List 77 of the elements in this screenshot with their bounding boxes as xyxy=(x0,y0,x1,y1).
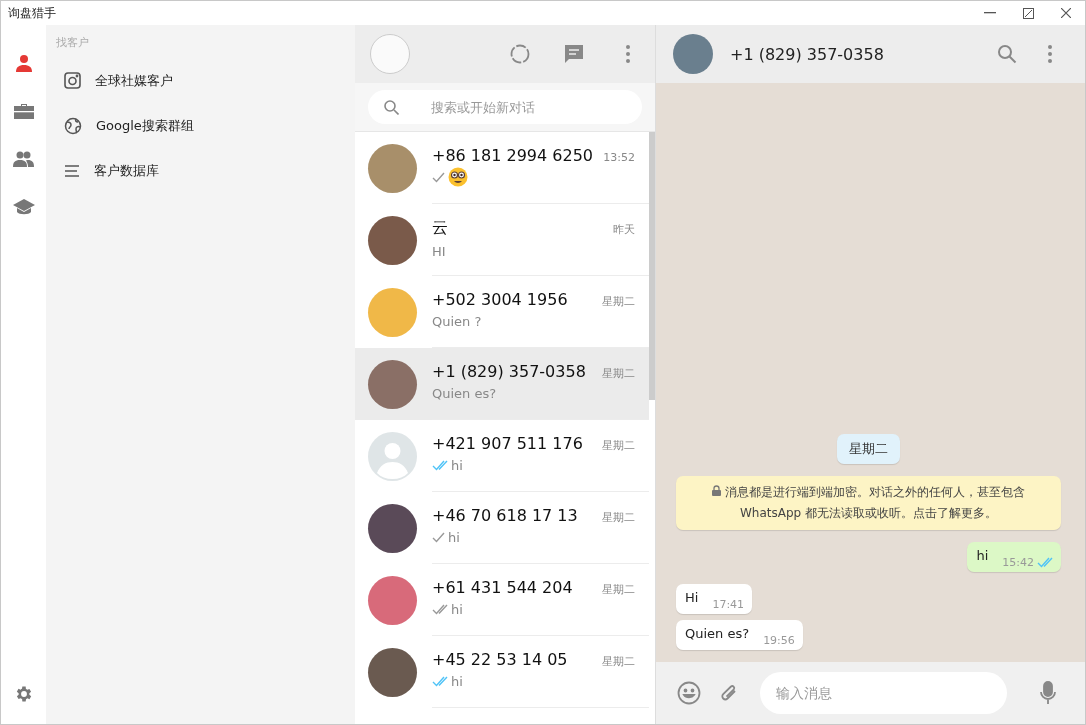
avatar-photo-placeholder xyxy=(368,143,417,193)
contact-name: +45 22 53 14 05 xyxy=(432,650,568,669)
maximize-icon xyxy=(1022,7,1034,19)
lock-icon xyxy=(712,485,721,496)
default-avatar-icon xyxy=(368,431,417,481)
smiley-icon xyxy=(677,681,701,705)
message-text: Hi xyxy=(685,590,699,607)
chat-time: 昨天 xyxy=(613,222,635,237)
encryption-notice: 消息都是进行端到端加密。对话之外的任何人，甚至包含 WhatsApp 都无法读取或收听。点击了解更多。 xyxy=(692,482,1045,524)
profile-avatar-placeholder xyxy=(370,34,410,74)
message-time: 17:41 xyxy=(712,598,745,611)
chat-time: 星期二 xyxy=(602,366,635,381)
avatar-photo-placeholder xyxy=(368,359,417,409)
list-icon xyxy=(64,163,80,178)
message-time: 15:42 xyxy=(1002,556,1034,569)
nav-item[interactable]: Google搜索群组 xyxy=(56,103,355,148)
microphone-icon xyxy=(1040,681,1056,705)
message-text: hi xyxy=(976,548,989,565)
double-check-icon xyxy=(432,603,448,615)
menu-icon xyxy=(626,45,630,63)
chat-time: 13:52 xyxy=(603,151,635,164)
window-title: 询盘猎手 xyxy=(8,4,56,22)
minimize-icon xyxy=(984,12,996,14)
chat-contact-name: +1 (829) 357-0358 xyxy=(730,44,885,64)
avatar-photo-placeholder xyxy=(368,503,417,553)
status-ring-icon xyxy=(510,44,530,64)
single-check-icon xyxy=(432,531,445,543)
emoji-button[interactable] xyxy=(676,680,702,706)
nerd-face-icon xyxy=(448,167,468,187)
message-preview: Quien es? xyxy=(432,385,497,401)
nav-item[interactable]: 全球社媒客户 xyxy=(56,58,355,103)
message-preview: hi xyxy=(451,601,463,617)
contact-name: 云 xyxy=(432,218,448,239)
double-check-icon xyxy=(1037,557,1053,568)
person-icon xyxy=(14,54,33,72)
contact-name: +46 70 618 17 13 xyxy=(432,506,578,525)
contact-name: +86 181 2994 6250 xyxy=(432,146,593,165)
close-icon xyxy=(1061,8,1071,18)
chat-time: 星期二 xyxy=(602,654,635,669)
globe-icon xyxy=(64,116,82,135)
contact-avatar-placeholder xyxy=(673,34,713,74)
message-time: 19:56 xyxy=(763,634,795,647)
chat-row[interactable]: +1 (829) 357-0358 星期二 Quien es? xyxy=(355,348,649,420)
chat-time: 星期二 xyxy=(602,510,635,525)
briefcase-icon xyxy=(13,102,34,120)
people-icon xyxy=(13,151,34,167)
search-icon xyxy=(384,100,399,115)
nav-item[interactable]: 客户数据库 xyxy=(56,148,355,193)
avatar-photo-placeholder xyxy=(368,647,417,697)
search-field[interactable]: 搜索或开始新对话 xyxy=(368,90,642,124)
contact-name: +1 (829) 357-0358 xyxy=(432,362,586,381)
chat-time: 星期二 xyxy=(602,582,635,597)
message-preview: HI xyxy=(432,243,446,259)
menu-icon xyxy=(1048,45,1052,63)
graduation-cap-icon xyxy=(12,198,35,216)
single-check-icon xyxy=(432,171,445,183)
chat-time: 星期二 xyxy=(602,294,635,309)
message-preview: hi xyxy=(451,673,463,689)
double-check-icon xyxy=(432,675,448,687)
contact-name: +61 431 544 204 xyxy=(432,578,573,597)
double-check-icon xyxy=(432,459,448,471)
instagram-icon xyxy=(64,72,81,89)
date-chip: 星期二 xyxy=(837,434,900,464)
contact-name: +421 907 511 176 xyxy=(432,434,583,453)
message-input[interactable]: 输入消息 xyxy=(760,672,1007,714)
chat-time: 星期二 xyxy=(602,438,635,453)
message-text: Quien es? xyxy=(685,626,750,643)
search-icon xyxy=(997,44,1017,64)
avatar-photo-placeholder xyxy=(368,215,417,265)
message-preview: hi xyxy=(448,529,460,545)
chat-icon xyxy=(564,44,584,64)
message-preview: Quien ? xyxy=(432,313,482,329)
avatar-photo-placeholder xyxy=(368,575,417,625)
avatar-photo-placeholder xyxy=(368,287,417,337)
message-preview: hi xyxy=(451,457,463,473)
section-heading: 找客户 xyxy=(56,35,90,50)
contact-name: +502 3004 1956 xyxy=(432,290,568,309)
